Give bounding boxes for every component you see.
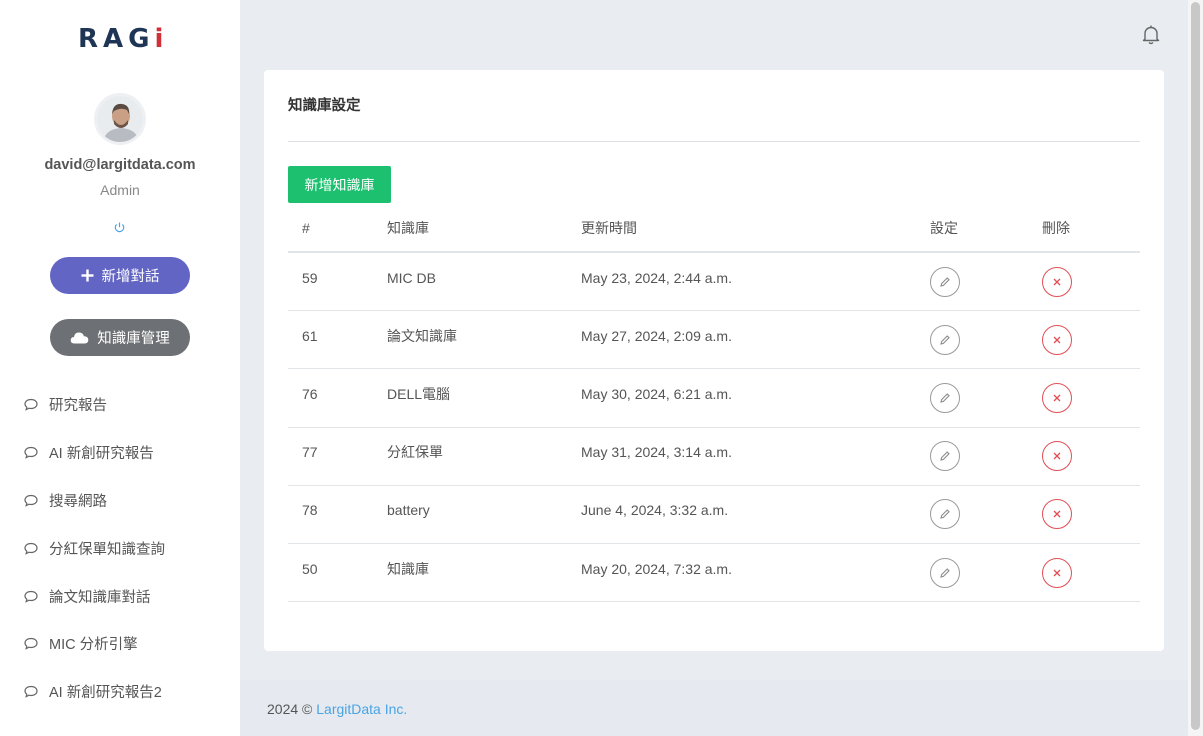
table-row: 78 battery June 4, 2024, 3:32 a.m. [288, 486, 1140, 544]
knowledge-base-settings-card: 知識庫設定 新增知識庫 # 知識庫 更新時間 設定 刪除 59 MIC DB M… [264, 70, 1164, 651]
chat-bubble-icon [24, 590, 38, 603]
delete-button[interactable] [1042, 499, 1072, 530]
sidebar-item-ai-startup-report-2[interactable]: AI 新創研究報告2 [0, 668, 240, 716]
notification-bell-icon[interactable] [1140, 24, 1162, 46]
close-icon [1053, 510, 1061, 518]
row-name: 知識庫 [387, 560, 429, 577]
close-icon [1053, 452, 1061, 460]
header-settings: 設定 [930, 220, 958, 236]
pencil-icon [940, 509, 950, 520]
header-delete: 刪除 [1042, 220, 1070, 236]
close-icon [1053, 336, 1061, 344]
power-icon[interactable] [113, 221, 126, 234]
plus-icon [81, 269, 93, 282]
sidebar: RAGi david@largitdata.com Admin 新增對話 知識庫… [0, 0, 240, 736]
edit-button[interactable] [930, 557, 960, 588]
page-scrollbar[interactable] [1188, 0, 1203, 736]
user-email: david@largitdata.com [44, 157, 196, 173]
add-knowledge-base-button[interactable]: 新增知識庫 [288, 166, 391, 203]
edit-button[interactable] [930, 499, 960, 530]
chat-bubble-icon [24, 494, 38, 507]
edit-button[interactable] [930, 441, 960, 472]
avatar [94, 93, 146, 145]
sidebar-item-mic-engine[interactable]: MIC 分析引擎 [0, 620, 240, 668]
new-chat-button[interactable]: 新增對話 [50, 257, 190, 294]
delete-button[interactable] [1042, 557, 1072, 588]
pencil-icon [940, 335, 950, 345]
row-updated: May 27, 2024, 2:09 a.m. [581, 327, 732, 344]
knowledge-base-manage-label: 知識庫管理 [97, 331, 170, 347]
chat-list: 研究報告 AI 新創研究報告 搜尋網路 分紅保單知識查詢 論文知識庫對話 MIC… [0, 381, 240, 716]
table-row: 77 分紅保單 May 31, 2024, 3:14 a.m. [288, 428, 1140, 486]
chat-bubble-icon [24, 686, 38, 698]
close-icon [1053, 278, 1061, 286]
chat-bubble-icon [24, 638, 38, 651]
knowledge-base-table: # 知識庫 更新時間 設定 刪除 59 MIC DB May 23, 2024,… [288, 203, 1140, 603]
row-id: 59 [302, 269, 318, 286]
divider [288, 141, 1140, 142]
page-title: 知識庫設定 [288, 98, 361, 114]
row-name: MIC DB [387, 269, 436, 286]
user-role: Admin [100, 182, 140, 198]
table-row: 50 知識庫 May 20, 2024, 7:32 a.m. [288, 544, 1140, 603]
close-icon [1053, 394, 1061, 402]
row-name: DELL電腦 [387, 385, 451, 402]
pencil-icon [940, 451, 950, 461]
delete-button[interactable] [1042, 382, 1072, 413]
footer-copyright: 2024 © LargitData Inc. [267, 701, 408, 717]
sidebar-item-ai-startup-report[interactable]: AI 新創研究報告 [0, 429, 240, 477]
pencil-icon [940, 393, 950, 403]
company-link[interactable]: LargitData Inc. [316, 701, 407, 717]
row-name: 分紅保單 [387, 444, 443, 461]
header-id: # [302, 220, 310, 236]
row-updated: May 23, 2024, 2:44 a.m. [581, 269, 732, 286]
row-updated: May 31, 2024, 3:14 a.m. [581, 444, 732, 461]
close-icon [1053, 569, 1061, 576]
delete-button[interactable] [1042, 266, 1072, 297]
pencil-icon [940, 276, 950, 287]
table-row: 59 MIC DB May 23, 2024, 2:44 a.m. [288, 253, 1140, 312]
table-header: # 知識庫 更新時間 設定 刪除 [288, 203, 1140, 253]
row-id: 61 [302, 327, 318, 344]
sidebar-item-dividend-policy-query[interactable]: 分紅保單知識查詢 [0, 524, 240, 572]
chat-bubble-icon [24, 399, 38, 412]
row-id: 77 [302, 444, 318, 461]
knowledge-base-manage-button[interactable]: 知識庫管理 [50, 319, 190, 356]
edit-button[interactable] [930, 382, 960, 413]
row-updated: May 30, 2024, 6:21 a.m. [581, 385, 732, 402]
header-name: 知識庫 [387, 220, 429, 236]
scrollbar-thumb[interactable] [1191, 2, 1200, 730]
edit-button[interactable] [930, 324, 960, 355]
delete-button[interactable] [1042, 441, 1072, 472]
table-row: 76 DELL電腦 May 30, 2024, 6:21 a.m. [288, 369, 1140, 428]
row-id: 76 [302, 385, 318, 402]
row-id: 50 [302, 560, 318, 577]
row-updated: May 20, 2024, 7:32 a.m. [581, 560, 732, 577]
chat-bubble-icon [24, 542, 38, 555]
row-name: 論文知識庫 [387, 327, 457, 344]
delete-button[interactable] [1042, 324, 1072, 355]
pencil-icon [940, 567, 950, 578]
sidebar-item-research-report[interactable]: 研究報告 [0, 381, 240, 429]
header-updated: 更新時間 [581, 220, 637, 236]
cloud-icon [70, 332, 89, 344]
edit-button[interactable] [930, 266, 960, 297]
sidebar-item-web-search[interactable]: 搜尋網路 [0, 477, 240, 525]
new-chat-label: 新增對話 [101, 269, 160, 285]
chat-bubble-icon [24, 447, 38, 459]
app-logo[interactable]: RAGi [78, 24, 164, 54]
row-name: battery [387, 502, 430, 519]
footer: 2024 © LargitData Inc. [240, 680, 1188, 736]
table-row: 61 論文知識庫 May 27, 2024, 2:09 a.m. [288, 311, 1140, 370]
sidebar-item-paper-kb-chat[interactable]: 論文知識庫對話 [0, 572, 240, 620]
row-id: 78 [302, 502, 318, 519]
row-updated: June 4, 2024, 3:32 a.m. [581, 502, 729, 519]
